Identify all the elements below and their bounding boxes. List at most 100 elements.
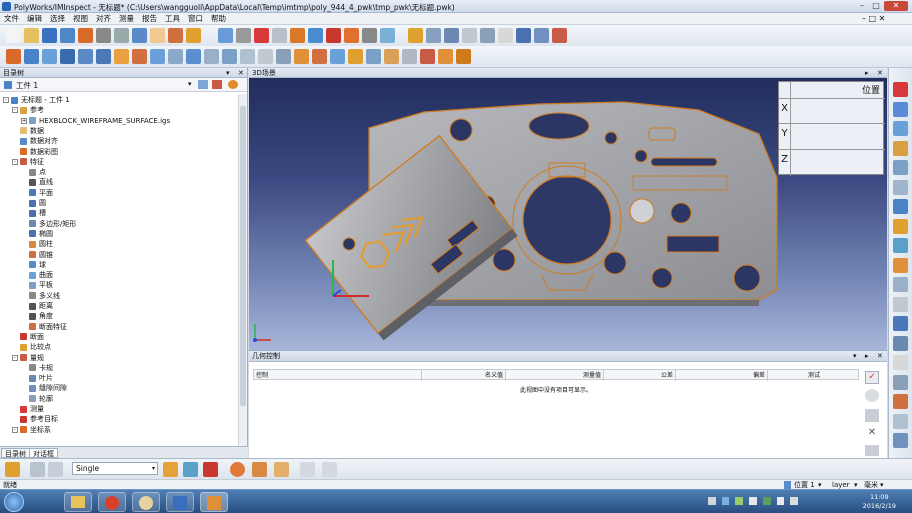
tool-icon[interactable] bbox=[330, 49, 345, 64]
tree-item[interactable]: 多边形/矩形 bbox=[21, 219, 76, 229]
probe-icon[interactable] bbox=[230, 462, 245, 477]
tool-icon[interactable] bbox=[6, 49, 21, 64]
toolbar-icon[interactable] bbox=[218, 28, 233, 43]
toolbar-icon[interactable] bbox=[78, 28, 93, 43]
select-mode-icon[interactable] bbox=[30, 462, 45, 477]
taskbar-app-search[interactable] bbox=[132, 492, 160, 512]
tab-tree[interactable]: 目录树 bbox=[1, 448, 30, 458]
menu-report[interactable]: 报告 bbox=[138, 13, 161, 25]
toolbar-icon[interactable] bbox=[236, 28, 251, 43]
taskbar-polyworks[interactable] bbox=[200, 492, 228, 512]
geo-frame-icon[interactable] bbox=[865, 445, 879, 456]
delete-icon[interactable]: ✕ bbox=[865, 427, 879, 440]
wrench-icon[interactable] bbox=[865, 409, 879, 422]
tree-item[interactable]: - 坐标系 bbox=[12, 425, 51, 435]
tool-icon[interactable] bbox=[258, 49, 273, 64]
menu-file[interactable]: 文件 bbox=[0, 13, 23, 25]
expander-icon[interactable]: - bbox=[12, 158, 18, 165]
tree-item[interactable]: + HEXBLOCK_WIREFRAME_SURFACE.igs bbox=[21, 116, 170, 126]
tree-item[interactable]: 角度 bbox=[21, 311, 53, 321]
pin-icon[interactable]: ▾ bbox=[226, 68, 230, 78]
toolbar-icon[interactable] bbox=[444, 28, 459, 43]
tree-item[interactable]: 平板 bbox=[21, 280, 53, 290]
toolbar-icon[interactable] bbox=[362, 28, 377, 43]
pick-icon[interactable] bbox=[183, 462, 198, 477]
tree-item[interactable]: 断面特征 bbox=[21, 322, 67, 332]
view-tool-icon[interactable] bbox=[893, 238, 908, 253]
tool-icon[interactable] bbox=[222, 49, 237, 64]
toolbar-icon[interactable] bbox=[480, 28, 495, 43]
toolbar-icon[interactable] bbox=[186, 28, 201, 43]
menu-window[interactable]: 窗口 bbox=[184, 13, 207, 25]
tray-icon[interactable] bbox=[762, 497, 771, 505]
tool-icon[interactable] bbox=[312, 49, 327, 64]
toolbar-icon[interactable] bbox=[344, 28, 359, 43]
volume-icon[interactable] bbox=[790, 497, 799, 505]
toolbar-icon[interactable] bbox=[24, 28, 39, 43]
mdi-controls[interactable]: – □ ✕ bbox=[862, 14, 885, 23]
toolbar-icon[interactable] bbox=[498, 28, 513, 43]
taskbar-app-red[interactable] bbox=[98, 492, 126, 512]
toolbar-icon[interactable] bbox=[308, 28, 323, 43]
col-deviation[interactable]: 偏差 bbox=[676, 370, 768, 381]
geo-refresh-icon[interactable] bbox=[865, 389, 879, 402]
close-button[interactable]: ✕ bbox=[884, 1, 908, 11]
geo-pin-icon[interactable]: ▸ bbox=[865, 351, 869, 362]
geo-close-icon[interactable]: ✕ bbox=[877, 351, 883, 362]
tree-item[interactable]: 圆 bbox=[21, 198, 46, 208]
tree-item[interactable]: 点 bbox=[21, 167, 46, 177]
workspace-name[interactable]: 工件 1 bbox=[16, 80, 38, 91]
expander-icon[interactable]: - bbox=[12, 426, 18, 433]
toolbar-icon[interactable] bbox=[272, 28, 287, 43]
taskbar-clock[interactable]: 11:09 2016/2/19 bbox=[863, 493, 896, 511]
view-tool-icon[interactable] bbox=[893, 433, 908, 448]
view-tool-icon[interactable] bbox=[893, 218, 908, 234]
tool-icon[interactable] bbox=[114, 49, 129, 64]
tool-icon[interactable] bbox=[456, 49, 471, 64]
maximize-button[interactable]: □ bbox=[870, 1, 882, 11]
expander-icon[interactable]: - bbox=[12, 107, 18, 114]
tray-icon[interactable] bbox=[749, 497, 757, 505]
toolbar-icon[interactable] bbox=[380, 28, 395, 43]
tree-scrollbar[interactable] bbox=[238, 94, 247, 446]
tree-list-icon[interactable] bbox=[198, 80, 208, 89]
tree-item[interactable]: 数据彩图 bbox=[12, 147, 58, 157]
tool-icon[interactable] bbox=[294, 49, 309, 64]
tool-icon[interactable] bbox=[168, 49, 183, 64]
menu-measure[interactable]: 测量 bbox=[115, 13, 138, 25]
tree-item[interactable]: 距离 bbox=[21, 301, 53, 311]
view-tool-icon[interactable] bbox=[893, 121, 908, 136]
col-control[interactable]: 控制 bbox=[254, 370, 422, 381]
view-tool-icon[interactable] bbox=[893, 257, 908, 273]
tree-item[interactable]: 轮廓 bbox=[21, 394, 53, 404]
toolbar-icon[interactable] bbox=[462, 28, 477, 43]
record-icon[interactable] bbox=[203, 462, 218, 477]
toolbar-icon[interactable] bbox=[426, 28, 441, 43]
tree-item[interactable]: 参考目标 bbox=[12, 414, 58, 424]
tree-item[interactable]: 断面 bbox=[12, 332, 44, 342]
tree-item[interactable]: 缝隙间隙 bbox=[21, 383, 67, 393]
tool-icon[interactable] bbox=[78, 49, 93, 64]
tool-icon[interactable] bbox=[24, 49, 39, 64]
view-tool-icon[interactable] bbox=[893, 82, 908, 97]
selection-mode-dropdown[interactable]: Single ▾ bbox=[72, 462, 158, 475]
tree-item[interactable]: 卡规 bbox=[21, 363, 53, 373]
view-tool-icon[interactable] bbox=[893, 335, 908, 351]
menu-edit[interactable]: 编辑 bbox=[23, 13, 46, 25]
menu-select[interactable]: 选择 bbox=[46, 13, 69, 25]
chart-icon[interactable] bbox=[212, 80, 222, 89]
view-tool-icon[interactable] bbox=[893, 355, 908, 370]
view-tool-icon[interactable] bbox=[893, 374, 908, 390]
tool-icon[interactable] bbox=[204, 49, 219, 64]
tree-item[interactable]: 槽 bbox=[21, 208, 46, 218]
tree-item[interactable]: 平面 bbox=[21, 188, 53, 198]
toolbar-icon[interactable] bbox=[408, 28, 423, 43]
minimize-button[interactable]: – bbox=[856, 1, 868, 11]
select-tool-icon[interactable] bbox=[5, 462, 20, 477]
network-icon[interactable] bbox=[776, 497, 785, 505]
view-tool-icon[interactable] bbox=[893, 413, 908, 429]
toolbar-icon[interactable] bbox=[326, 28, 341, 43]
probe-settings-icon[interactable] bbox=[252, 462, 267, 477]
grid-select-icon[interactable] bbox=[163, 462, 178, 477]
tool-icon[interactable] bbox=[420, 49, 435, 64]
